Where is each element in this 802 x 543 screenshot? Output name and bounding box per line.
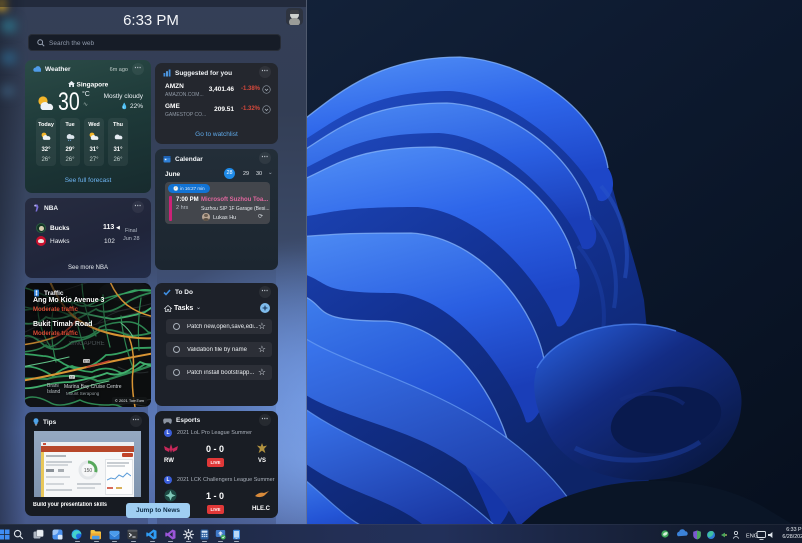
svg-text:ENG: ENG [746,533,758,539]
svg-text:150: 150 [84,468,93,474]
